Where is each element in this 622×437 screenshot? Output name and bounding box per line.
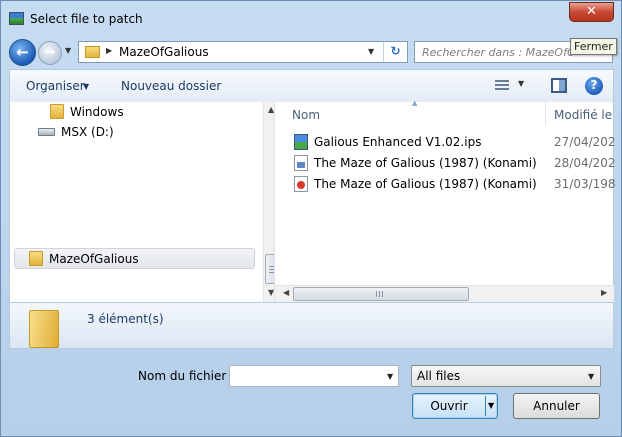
back-button[interactable]: ← <box>9 39 36 66</box>
scrollbar-thumb[interactable] <box>293 287 469 301</box>
scroll-left-icon[interactable]: ◀ <box>283 288 289 297</box>
filetype-value: All files <box>417 369 461 383</box>
sidebar-item-mazeofgalious-label[interactable]: MazeOfGalious <box>29 251 139 269</box>
new-folder-button[interactable]: Nouveau dossier <box>121 79 221 93</box>
sidebar-item-msx-drive[interactable]: MSX (D:) <box>38 125 114 143</box>
sidebar-item-label: MazeOfGalious <box>49 252 139 266</box>
breadcrumb-current[interactable]: MazeOfGalious <box>119 45 209 59</box>
views-icon <box>495 80 509 91</box>
column-divider[interactable] <box>545 102 546 126</box>
change-view-button[interactable]: ▼ <box>495 79 525 93</box>
grip-icon <box>376 291 383 297</box>
open-button[interactable]: Ouvrir ▼ <box>412 393 498 419</box>
file-list[interactable]: ▲ Nom Modifié le Galious Enhanced V1.02.… <box>274 99 615 302</box>
chevron-down-icon[interactable]: ▼ <box>387 372 393 381</box>
details-pane: 3 élément(s) <box>9 302 614 349</box>
filename-input[interactable] <box>230 366 378 386</box>
filename-combobox[interactable]: ▼ <box>229 365 399 387</box>
breadcrumb-arrow-icon[interactable]: ▶ <box>106 46 112 55</box>
close-button[interactable]: ✕ <box>569 2 614 22</box>
chevron-down-icon[interactable]: ▼ <box>83 82 89 91</box>
column-header-name[interactable]: Nom <box>292 108 320 122</box>
file-date: 27/04/2022 1 <box>554 135 615 149</box>
navigation-pane[interactable]: Windows MSX (D:) MazeOfGalious ▲ ▼ <box>9 102 280 302</box>
search-input[interactable]: Rechercher dans : MazeOfGalious <box>422 46 572 59</box>
scroll-right-icon[interactable]: ▶ <box>601 288 607 297</box>
chevron-down-icon[interactable]: ▼ <box>488 401 494 410</box>
filename-label: Nom du fichier : <box>138 369 235 383</box>
file-list-scrollbar[interactable]: ◀ ▶ <box>275 285 614 302</box>
folder-icon <box>50 104 64 119</box>
ips-file-icon <box>294 134 308 150</box>
item-count: 3 élément(s) <box>87 312 164 326</box>
file-name: Galious Enhanced V1.02.ips <box>314 135 482 149</box>
file-name: The Maze of Galious (1987) (Konami).rom <box>314 156 536 170</box>
rom-file-icon <box>294 155 308 171</box>
split-divider <box>485 396 486 416</box>
title-bar[interactable]: Select file to patch ✕ <box>1 1 621 35</box>
command-bar: Organiser ▼ Nouveau dossier ▼ ? <box>9 69 614 102</box>
address-dropdown[interactable]: ▼ <box>368 47 374 56</box>
folder-icon <box>29 310 59 348</box>
file-row[interactable]: The Maze of Galious (1987) (Konami).ro..… <box>292 175 615 195</box>
file-date: 31/03/1980 0 <box>554 177 615 191</box>
folder-icon <box>29 251 43 266</box>
forward-button[interactable]: → <box>38 41 62 65</box>
close-tooltip: Fermer <box>570 38 617 55</box>
preview-pane-button[interactable] <box>551 78 567 93</box>
sidebar-item-windows[interactable]: Windows <box>50 104 124 122</box>
recent-pages-dropdown[interactable]: ▼ <box>65 46 71 55</box>
chevron-down-icon[interactable]: ▼ <box>518 79 524 88</box>
window-title: Select file to patch <box>30 12 143 26</box>
file-row[interactable]: Galious Enhanced V1.02.ips 27/04/2022 1 <box>292 133 615 153</box>
chevron-down-icon[interactable]: ▼ <box>588 372 594 381</box>
filetype-select[interactable]: All files ▼ <box>411 365 601 387</box>
drive-icon <box>38 128 55 136</box>
address-bar[interactable]: ▶ MazeOfGalious ▼ ↻ <box>78 41 408 63</box>
refresh-button[interactable]: ↻ <box>383 42 407 62</box>
rom-file-icon <box>294 176 308 192</box>
column-header-date[interactable]: Modifié le <box>554 108 612 122</box>
app-icon <box>9 12 24 25</box>
cancel-button[interactable]: Annuler <box>513 393 600 419</box>
sidebar-item-label: MSX (D:) <box>61 125 114 139</box>
organise-button[interactable]: Organiser <box>26 79 85 93</box>
open-button-label[interactable]: Ouvrir <box>413 399 485 413</box>
sort-ascending-icon: ▲ <box>412 99 418 107</box>
file-name: The Maze of Galious (1987) (Konami).ro..… <box>314 177 536 191</box>
help-button[interactable]: ? <box>585 77 603 95</box>
file-dialog-window: Select file to patch ✕ Fermer ← → ▼ ▶ Ma… <box>0 0 622 437</box>
folder-icon <box>85 46 100 58</box>
file-row[interactable]: The Maze of Galious (1987) (Konami).rom … <box>292 154 615 174</box>
file-date: 28/04/2022 1 <box>554 156 615 170</box>
sidebar-item-label: Windows <box>70 105 124 119</box>
